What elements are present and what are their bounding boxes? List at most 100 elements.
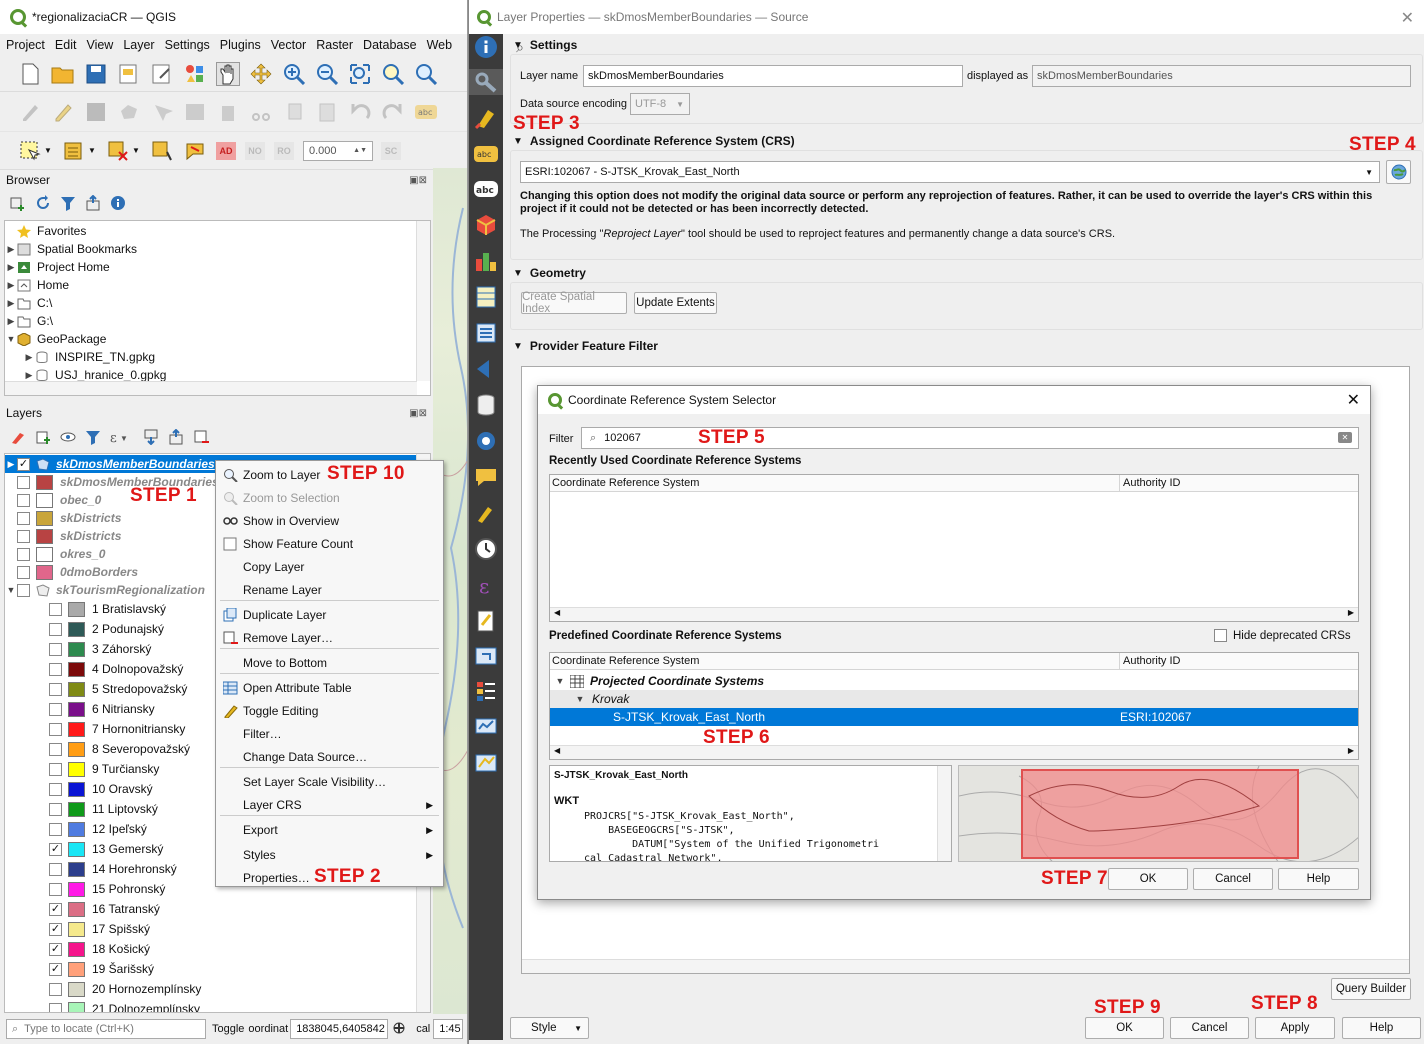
dock-buttons-icon[interactable]: ▣⊠ [409, 408, 427, 419]
menu-item-duplicate-layer[interactable]: Duplicate Layer [220, 604, 439, 626]
zoom-in-icon[interactable] [282, 62, 306, 86]
region-symbol[interactable] [68, 1001, 85, 1012]
copy-features-icon[interactable] [282, 100, 306, 124]
expand-arrow-icon[interactable]: ▶ [5, 244, 17, 255]
modify-attributes-icon[interactable] [183, 100, 207, 124]
fields-icon[interactable] [473, 284, 499, 310]
zoom-to-selection-icon[interactable] [381, 62, 405, 86]
browser-item-g-drive[interactable]: ▶ G:\ [5, 312, 430, 330]
sc-button[interactable]: SC [381, 141, 401, 160]
region-symbol[interactable] [68, 761, 85, 777]
new-print-layout-icon[interactable] [117, 62, 141, 86]
rendering-icon[interactable] [473, 500, 499, 526]
digitizing-icon[interactable] [473, 750, 499, 776]
region-row[interactable]: ✓ 17 Spišský [5, 919, 430, 939]
browser-item-favorites[interactable]: Favorites [5, 222, 430, 240]
wkt-vscrollbar[interactable] [937, 766, 951, 861]
encoding-combobox[interactable]: UTF-8 ▼ [630, 93, 690, 115]
scroll-left-icon[interactable]: ◀ [554, 608, 560, 617]
expand-arrow-icon[interactable]: ▶ [5, 316, 17, 327]
select-location-icon[interactable] [150, 139, 174, 163]
layer-symbol[interactable] [36, 510, 53, 526]
region-symbol[interactable] [68, 601, 85, 617]
legend-icon[interactable] [473, 678, 499, 704]
region-symbol[interactable] [68, 961, 85, 977]
menu-edit[interactable]: Edit [55, 38, 77, 52]
temporal-icon[interactable] [473, 536, 499, 562]
menu-item-open-attribute-table[interactable]: Open Attribute Table [220, 677, 439, 699]
expand-all-icon[interactable] [143, 425, 159, 449]
filter-legend-icon[interactable] [85, 425, 101, 449]
metadata-icon[interactable] [473, 608, 499, 634]
add-group-icon[interactable] [35, 425, 51, 449]
region-row[interactable]: 21 Dolnozemplínsky [5, 999, 430, 1012]
qgis-server-icon[interactable] [473, 714, 499, 740]
new-project-icon[interactable] [18, 62, 42, 86]
masks-icon[interactable]: abc [473, 176, 499, 202]
browser-item-project-home[interactable]: ▶ Project Home [5, 258, 430, 276]
zoom-out-icon[interactable] [315, 62, 339, 86]
browser-vscrollbar[interactable] [416, 221, 430, 381]
add-layer-icon[interactable] [10, 191, 26, 215]
collapse-arrow-icon[interactable]: ▼ [574, 694, 586, 704]
diagrams-icon[interactable] [473, 248, 499, 274]
query-builder-button[interactable]: Query Builder [1331, 978, 1411, 1000]
region-checkbox[interactable] [49, 622, 62, 636]
hide-deprecated-checkbox[interactable]: Hide deprecated CRSs [1214, 629, 1351, 642]
filter-hscrollbar[interactable] [522, 959, 1409, 973]
menu-item-move-to-bottom[interactable]: Move to Bottom [220, 652, 439, 674]
predefined-crs-tree[interactable]: Coordinate Reference System Authority ID… [549, 652, 1359, 760]
menu-vector[interactable]: Vector [271, 38, 306, 52]
expression-filter-icon[interactable]: ε ▼ [110, 425, 134, 449]
region-checkbox[interactable] [49, 782, 62, 796]
remove-layer-icon[interactable] [193, 425, 209, 449]
region-symbol[interactable] [68, 721, 85, 737]
redo-icon[interactable] [381, 100, 405, 124]
expand-arrow-icon[interactable]: ▶ [23, 370, 35, 381]
tree-group-projected[interactable]: ▼ Projected Coordinate Systems [550, 672, 1358, 690]
delete-selected-icon[interactable] [216, 100, 240, 124]
apply-button[interactable]: Apply [1255, 1017, 1335, 1039]
display-icon[interactable] [473, 464, 499, 490]
chevron-down-icon[interactable]: ▼ [43, 139, 53, 163]
browser-item-c-drive[interactable]: ▶ C:\ [5, 294, 430, 312]
chevron-down-icon[interactable]: ▼ [87, 139, 97, 163]
region-checkbox[interactable] [49, 882, 62, 896]
layer-name-input[interactable]: skDmosMemberBoundaries [583, 65, 963, 87]
region-symbol[interactable] [68, 801, 85, 817]
region-checkbox[interactable] [49, 862, 62, 876]
3d-view-icon[interactable] [473, 212, 499, 238]
auxiliary-storage-icon[interactable] [473, 392, 499, 418]
refresh-icon[interactable] [35, 191, 51, 215]
region-checkbox[interactable] [49, 1002, 62, 1012]
joins-icon[interactable] [473, 356, 499, 382]
ro-button[interactable]: RO [274, 141, 294, 160]
collapse-arrow-icon[interactable]: ▼ [554, 676, 566, 686]
layer-checkbox[interactable]: ✓ [17, 457, 30, 471]
menu-item-show-feature-count[interactable]: Show Feature Count [220, 533, 439, 555]
collapse-all-icon[interactable] [85, 191, 101, 215]
crs-section-header[interactable]: ▼ Assigned Coordinate Reference System (C… [513, 134, 795, 148]
menu-item-zoom-to-selection[interactable]: Zoom to Selection [220, 487, 439, 509]
layout-manager-icon[interactable] [150, 62, 174, 86]
region-checkbox[interactable] [49, 602, 62, 616]
select-crs-button[interactable] [1386, 160, 1411, 184]
region-symbol[interactable] [68, 861, 85, 877]
pan-map-icon[interactable] [216, 61, 240, 86]
dependencies-icon[interactable] [473, 643, 499, 669]
scroll-right-icon[interactable]: ▶ [1348, 746, 1354, 755]
region-row[interactable]: ✓ 18 Košický [5, 939, 430, 959]
coordinate-field[interactable]: 1838045,6405842 [290, 1019, 389, 1039]
region-row[interactable]: ✓ 19 Šarišský [5, 959, 430, 979]
paste-features-icon[interactable] [315, 100, 339, 124]
region-symbol[interactable] [68, 641, 85, 657]
region-symbol[interactable] [68, 881, 85, 897]
provider-filter-header[interactable]: ▼ Provider Feature Filter [513, 339, 658, 353]
menu-web[interactable]: Web [427, 38, 452, 52]
predefined-hscrollbar[interactable]: ◀ ▶ [550, 745, 1358, 759]
region-checkbox[interactable] [49, 982, 62, 996]
region-checkbox[interactable]: ✓ [49, 942, 62, 956]
menu-item-change-data-source[interactable]: Change Data Source… [220, 746, 439, 768]
label-toolbar-icon[interactable]: abc [414, 100, 438, 124]
settings-header[interactable]: ▼ Settings [513, 38, 577, 52]
